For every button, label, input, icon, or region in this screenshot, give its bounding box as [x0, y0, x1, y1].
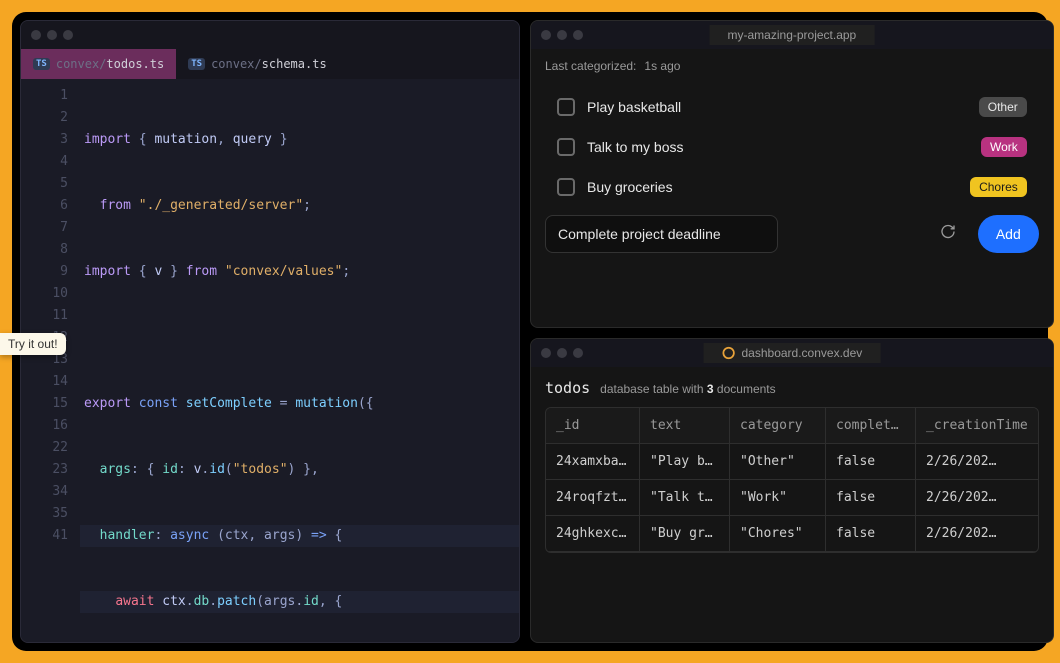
dashboard-window: dashboard.convex.dev todos database tabl… [530, 338, 1054, 643]
stage: TSconvex/todos.tsTSconvex/schema.ts 1234… [12, 12, 1048, 651]
table-row[interactable]: 24ghkexc…"Buy gro…"Chores"false2/26/202… [546, 516, 1038, 552]
column-header[interactable]: _creationTime [916, 408, 1038, 444]
right-column: my-amazing-project.app Last categorized:… [530, 20, 1054, 643]
column-header[interactable]: completed [826, 408, 916, 444]
window-dot-icon [573, 30, 583, 40]
line-number: 16 [21, 415, 68, 437]
table-cell: false [826, 516, 916, 552]
editor-tabs: TSconvex/todos.tsTSconvex/schema.ts [21, 49, 519, 79]
last-categorized-value: 1s ago [644, 59, 680, 73]
line-number: 2 [21, 107, 68, 129]
line-number: 5 [21, 173, 68, 195]
table-cell: "Other" [730, 444, 826, 480]
line-number: 6 [21, 195, 68, 217]
table-cell: "Buy gro… [640, 516, 730, 552]
todo-row[interactable]: Play basketball Other [545, 87, 1039, 127]
dashboard-title: dashboard.convex.dev [704, 343, 881, 363]
window-dot-icon [47, 30, 57, 40]
last-categorized-label: Last categorized: 1s ago [545, 59, 1039, 73]
dashboard-body: todos database table with 3 documents _i… [531, 367, 1053, 565]
token-keyword: import [84, 132, 131, 147]
table-cell: "Chores" [730, 516, 826, 552]
table-row[interactable]: 24roqfzt…"Talk to…"Work"false2/26/202… [546, 480, 1038, 516]
line-number: 10 [21, 283, 68, 305]
table-cell: 2/26/202… [916, 480, 1038, 516]
table-header-row: _idtextcategorycompleted_creationTime [546, 408, 1038, 444]
add-todo-row: Add [545, 215, 1039, 253]
column-header[interactable]: _id [546, 408, 640, 444]
dashboard-window-chrome: dashboard.convex.dev [531, 339, 1053, 367]
window-dot-icon [557, 30, 567, 40]
window-dot-icon [541, 30, 551, 40]
line-gutter: 123456789101112131415162223343541 [21, 79, 76, 642]
try-it-out-badge[interactable]: Try it out! [0, 333, 66, 355]
line-number: 8 [21, 239, 68, 261]
checkbox[interactable] [557, 98, 575, 116]
table-cell: 24roqfzt… [546, 480, 640, 516]
line-number: 34 [21, 481, 68, 503]
table-cell: 2/26/202… [916, 444, 1038, 480]
line-number: 3 [21, 129, 68, 151]
column-header[interactable]: category [730, 408, 826, 444]
editor-body: 123456789101112131415162223343541 import… [21, 79, 519, 642]
table-cell: false [826, 480, 916, 516]
line-number: 35 [21, 503, 68, 525]
ts-badge-icon: TS [188, 58, 205, 70]
checkbox[interactable] [557, 178, 575, 196]
line-number: 7 [21, 217, 68, 239]
editor-window-chrome [21, 21, 519, 49]
category-badge: Work [981, 137, 1027, 157]
table-cell: 2/26/202… [916, 516, 1038, 552]
editor-tab[interactable]: TSconvex/schema.ts [176, 49, 338, 79]
dashboard-heading: todos database table with 3 documents [545, 379, 1039, 397]
table-subtitle: database table with 3 documents [600, 382, 775, 396]
category-badge: Other [979, 97, 1027, 117]
convex-logo-icon [722, 346, 736, 360]
todo-text: Talk to my boss [587, 139, 969, 155]
line-number: 1 [21, 85, 68, 107]
window-dot-icon [541, 348, 551, 358]
window-dot-icon [31, 30, 41, 40]
app-window-chrome: my-amazing-project.app [531, 21, 1053, 49]
todo-text: Play basketball [587, 99, 967, 115]
line-number: 23 [21, 459, 68, 481]
line-number: 9 [21, 261, 68, 283]
line-number: 15 [21, 393, 68, 415]
window-dot-icon [63, 30, 73, 40]
column-header[interactable]: text [640, 408, 730, 444]
table-cell: "Talk to… [640, 480, 730, 516]
data-table: _idtextcategorycompleted_creationTime 24… [545, 407, 1039, 553]
sync-icon [940, 224, 956, 245]
todo-list: Play basketball Other Talk to my boss Work B… [545, 87, 1039, 207]
todo-row[interactable]: Talk to my boss Work [545, 127, 1039, 167]
line-number: 4 [21, 151, 68, 173]
todo-text: Buy groceries [587, 179, 958, 195]
line-number: 11 [21, 305, 68, 327]
category-badge: Chores [970, 177, 1027, 197]
table-cell: false [826, 444, 916, 480]
editor-window: TSconvex/todos.tsTSconvex/schema.ts 1234… [20, 20, 520, 643]
checkbox[interactable] [557, 138, 575, 156]
todo-row[interactable]: Buy groceries Chores [545, 167, 1039, 207]
line-number: 22 [21, 437, 68, 459]
table-cell: 24ghkexc… [546, 516, 640, 552]
app-title: my-amazing-project.app [710, 25, 875, 45]
table-row[interactable]: 24xamxba…"Play ba…"Other"false2/26/202… [546, 444, 1038, 480]
line-number: 41 [21, 525, 68, 547]
window-dot-icon [557, 348, 567, 358]
add-button[interactable]: Add [978, 215, 1039, 253]
table-cell: 24xamxba… [546, 444, 640, 480]
window-dot-icon [573, 348, 583, 358]
code-area[interactable]: import { mutation, query } from "./_gene… [76, 79, 519, 642]
table-name: todos [545, 379, 590, 397]
table-cell: "Play ba… [640, 444, 730, 480]
editor-tab[interactable]: TSconvex/todos.ts [21, 49, 176, 79]
line-number: 14 [21, 371, 68, 393]
table-cell: "Work" [730, 480, 826, 516]
new-todo-input[interactable] [545, 215, 778, 253]
app-body: Last categorized: 1s ago Play basketball… [531, 49, 1053, 267]
app-window: my-amazing-project.app Last categorized:… [530, 20, 1054, 328]
ts-badge-icon: TS [33, 58, 50, 70]
